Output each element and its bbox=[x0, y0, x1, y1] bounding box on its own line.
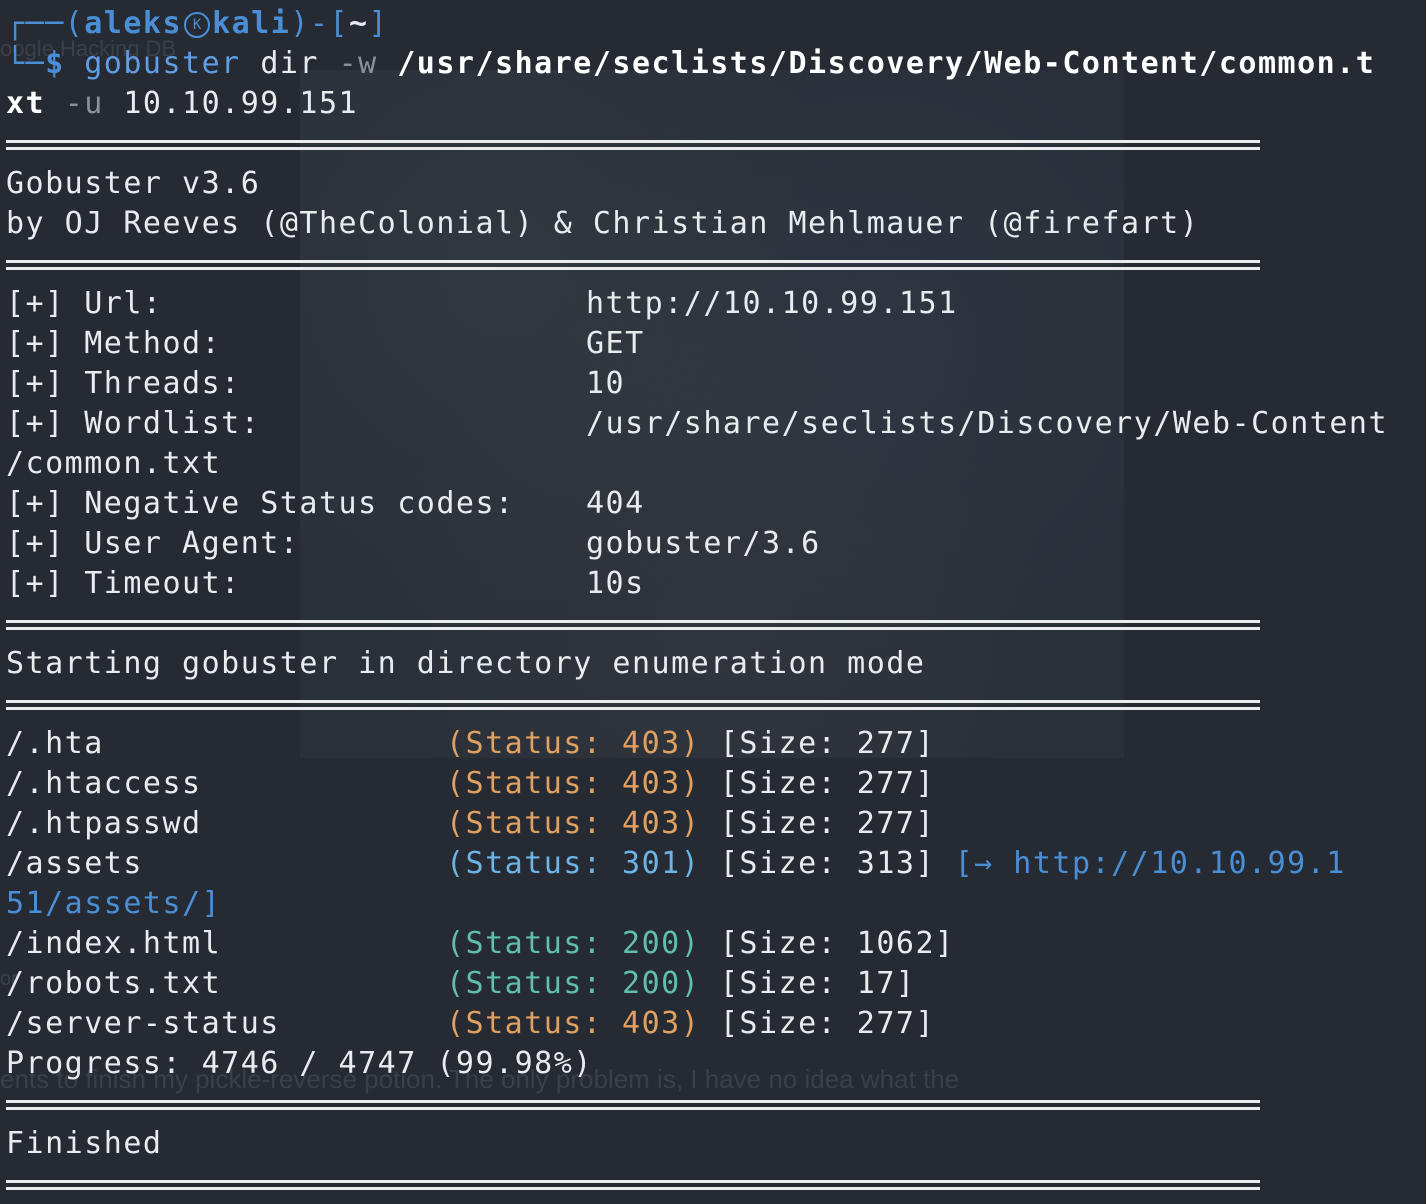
status-badge: (Status: 403) bbox=[446, 806, 701, 841]
command-program: gobuster bbox=[84, 46, 241, 81]
prompt-cwd: ~ bbox=[349, 6, 369, 41]
result-row: /.hta (Status: 403) [Size: 277] bbox=[6, 726, 936, 761]
config-line: [+] Method: GET bbox=[6, 326, 645, 361]
result-row: /.htpasswd (Status: 403) [Size: 277] bbox=[6, 806, 936, 841]
separator bbox=[6, 684, 1420, 724]
config-line: [+] Wordlist:/usr/share/seclists/Discove… bbox=[6, 406, 1389, 441]
config-line: [+] Negative Status codes: 404 bbox=[6, 486, 645, 521]
command-target: 10.10.99.151 bbox=[123, 86, 359, 121]
kali-skull-icon: K bbox=[184, 12, 211, 38]
separator bbox=[6, 1084, 1420, 1124]
command-flag-u: -u bbox=[64, 86, 104, 121]
result-row: /index.html (Status: 200) [Size: 1062] bbox=[6, 926, 955, 961]
command-line: └─$ gobuster dir -w /usr/share/seclists/… bbox=[6, 46, 1376, 81]
command-flag-w: -w bbox=[338, 46, 378, 81]
redirect-link-wrap[interactable]: 51/assets/] bbox=[6, 884, 1420, 924]
prompt-user: aleks bbox=[84, 6, 183, 41]
banner-version: Gobuster v3.6 bbox=[6, 166, 261, 201]
starting-message: Starting gobuster in directory enumerati… bbox=[6, 646, 926, 681]
command-subcommand: dir bbox=[260, 46, 319, 81]
finished-message: Finished bbox=[6, 1126, 163, 1161]
config-line: [+] Timeout: 10s bbox=[6, 566, 645, 601]
status-badge: (Status: 200) bbox=[446, 966, 701, 1001]
redirect-link[interactable]: [→ http://10.10.99.1 bbox=[955, 846, 1346, 881]
progress-line: Progress: 4746 / 4747 (99.98%) bbox=[6, 1046, 593, 1081]
prompt-host: kali bbox=[212, 6, 291, 41]
result-row: /robots.txt (Status: 200) [Size: 17] bbox=[6, 966, 916, 1001]
terminal-output[interactable]: ┌──(aleks Kkali)-[~] └─$ gobuster dir -w … bbox=[6, 4, 1420, 1204]
config-line-wrap: /common.txt bbox=[6, 446, 222, 481]
separator bbox=[6, 604, 1420, 644]
separator bbox=[6, 244, 1420, 284]
prompt-dollar: $ bbox=[45, 46, 65, 81]
config-line: [+] Url: http://10.10.99.151 bbox=[6, 286, 958, 321]
result-row: /server-status (Status: 403) [Size: 277] bbox=[6, 1006, 936, 1041]
status-badge: (Status: 301) bbox=[446, 846, 701, 881]
prompt-line: ┌──(aleks Kkali)-[~] bbox=[6, 6, 389, 41]
banner-authors: by OJ Reeves (@TheColonial) & Christian … bbox=[6, 206, 1200, 241]
result-row: /.htaccess (Status: 403) [Size: 277] bbox=[6, 766, 936, 801]
command-wordlist: /usr/share/seclists/Discovery/Web-Conten… bbox=[397, 46, 1376, 81]
status-badge: (Status: 403) bbox=[446, 1006, 701, 1041]
result-row: /assets (Status: 301) [Size: 313] [→ http… bbox=[6, 846, 1346, 881]
status-badge: (Status: 200) bbox=[446, 926, 701, 961]
config-line: [+] Threads: 10 bbox=[6, 366, 626, 401]
separator bbox=[6, 124, 1420, 164]
config-line: [+] User Agent: gobuster/3.6 bbox=[6, 526, 821, 561]
separator bbox=[6, 1164, 1420, 1204]
status-badge: (Status: 403) bbox=[446, 766, 701, 801]
command-line-wrap: xt -u 10.10.99.151 bbox=[6, 86, 359, 121]
status-badge: (Status: 403) bbox=[446, 726, 701, 761]
